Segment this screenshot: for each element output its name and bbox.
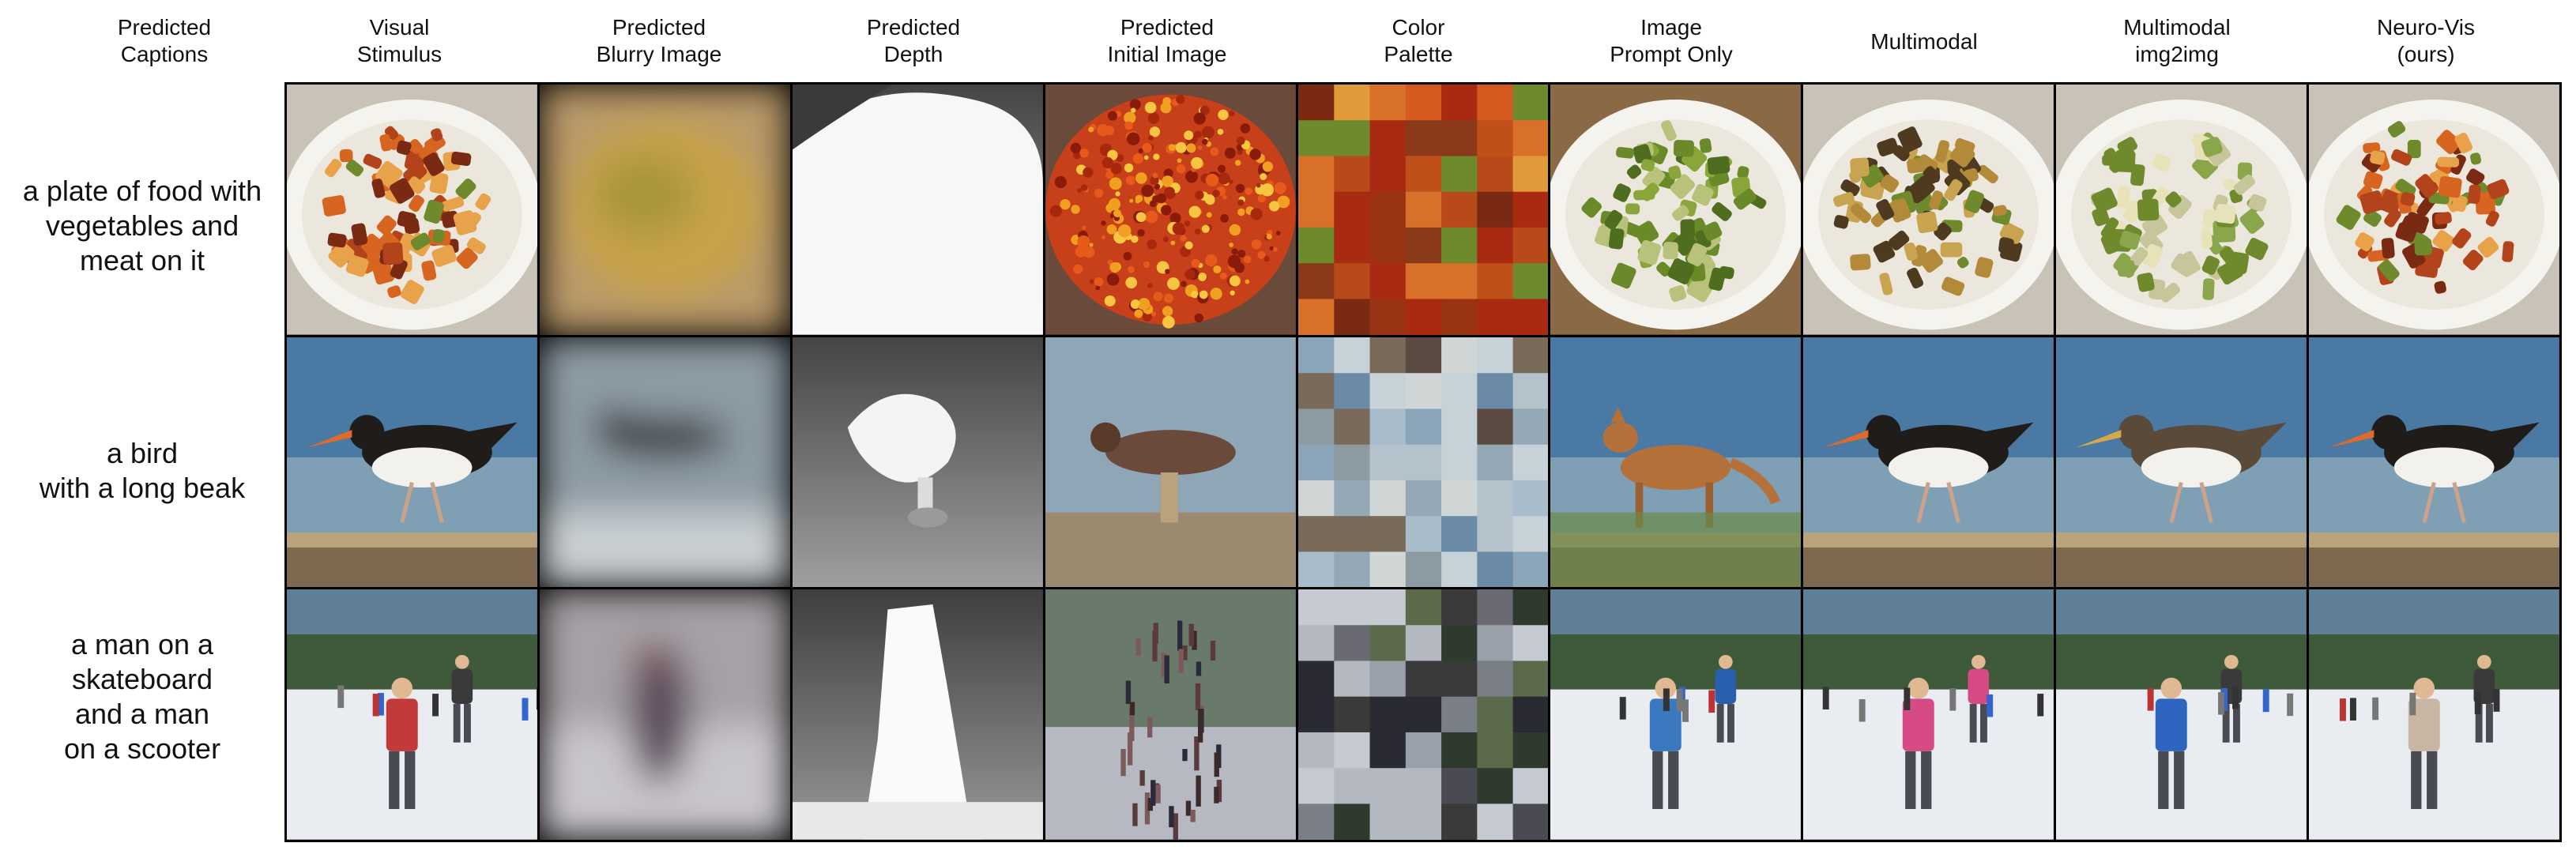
image-people-predicted-blurry-image bbox=[539, 589, 790, 840]
image-people-image-prompt-only bbox=[1550, 589, 1802, 840]
column-header-predicted-depth: Predicted Depth bbox=[866, 15, 961, 66]
image-bird-color-palette bbox=[1297, 337, 1549, 588]
image-bird-predicted-depth bbox=[792, 337, 1043, 588]
column-header-neuro-vis-ours: Neuro-Vis (ours) bbox=[2377, 15, 2475, 66]
image-food-visual-stimulus bbox=[287, 85, 537, 335]
row-caption-bird: a bird with a long beak bbox=[39, 437, 246, 504]
image-food-predicted-depth bbox=[792, 85, 1043, 335]
image-food-predicted-initial-image bbox=[1045, 85, 1296, 335]
image-people-neuro-vis-ours bbox=[2309, 589, 2559, 840]
image-food-neuro-vis-ours bbox=[2309, 85, 2559, 335]
column-header-predicted-captions: Predicted Captions bbox=[117, 15, 212, 66]
image-bird-visual-stimulus bbox=[287, 337, 537, 588]
image-people-predicted-initial-image bbox=[1045, 589, 1296, 840]
image-people-multimodal bbox=[1803, 589, 2054, 840]
image-people-multimodal-img2img bbox=[2056, 589, 2307, 840]
image-people-predicted-depth bbox=[792, 589, 1043, 840]
column-header-color-palette: Color Palette bbox=[1384, 15, 1453, 66]
image-bird-image-prompt-only bbox=[1550, 337, 1802, 588]
image-bird-predicted-blurry-image bbox=[539, 337, 790, 588]
image-food-multimodal-img2img bbox=[2056, 85, 2307, 335]
row-caption-food: a plate of food with vegetables and meat… bbox=[22, 175, 262, 277]
image-bird-predicted-initial-image bbox=[1045, 337, 1296, 588]
image-bird-multimodal-img2img bbox=[2056, 337, 2307, 588]
image-food-image-prompt-only bbox=[1550, 85, 1802, 335]
column-header-image-prompt-only: Image Prompt Only bbox=[1610, 15, 1733, 66]
column-header-multimodal: Multimodal bbox=[1870, 29, 1978, 54]
column-header-predicted-blurry-image: Predicted Blurry Image bbox=[596, 15, 722, 66]
column-header-predicted-initial-image: Predicted Initial Image bbox=[1107, 15, 1227, 66]
column-header-multimodal-img2img: Multimodal img2img bbox=[2123, 15, 2231, 66]
column-header-visual-stimulus: Visual Stimulus bbox=[356, 15, 443, 66]
image-bird-multimodal bbox=[1803, 337, 2054, 588]
image-food-multimodal bbox=[1803, 85, 2054, 335]
image-grid bbox=[284, 82, 2562, 842]
image-food-color-palette bbox=[1297, 85, 1549, 335]
image-bird-neuro-vis-ours bbox=[2309, 337, 2559, 588]
image-people-color-palette bbox=[1297, 589, 1549, 840]
image-people-visual-stimulus bbox=[287, 589, 537, 840]
image-food-predicted-blurry-image bbox=[539, 85, 790, 335]
column-header-row: Predicted Captions Visual Stimulus Predi… bbox=[0, 0, 2576, 82]
row-caption-people: a man on a skateboard and a man on a sco… bbox=[63, 628, 221, 765]
